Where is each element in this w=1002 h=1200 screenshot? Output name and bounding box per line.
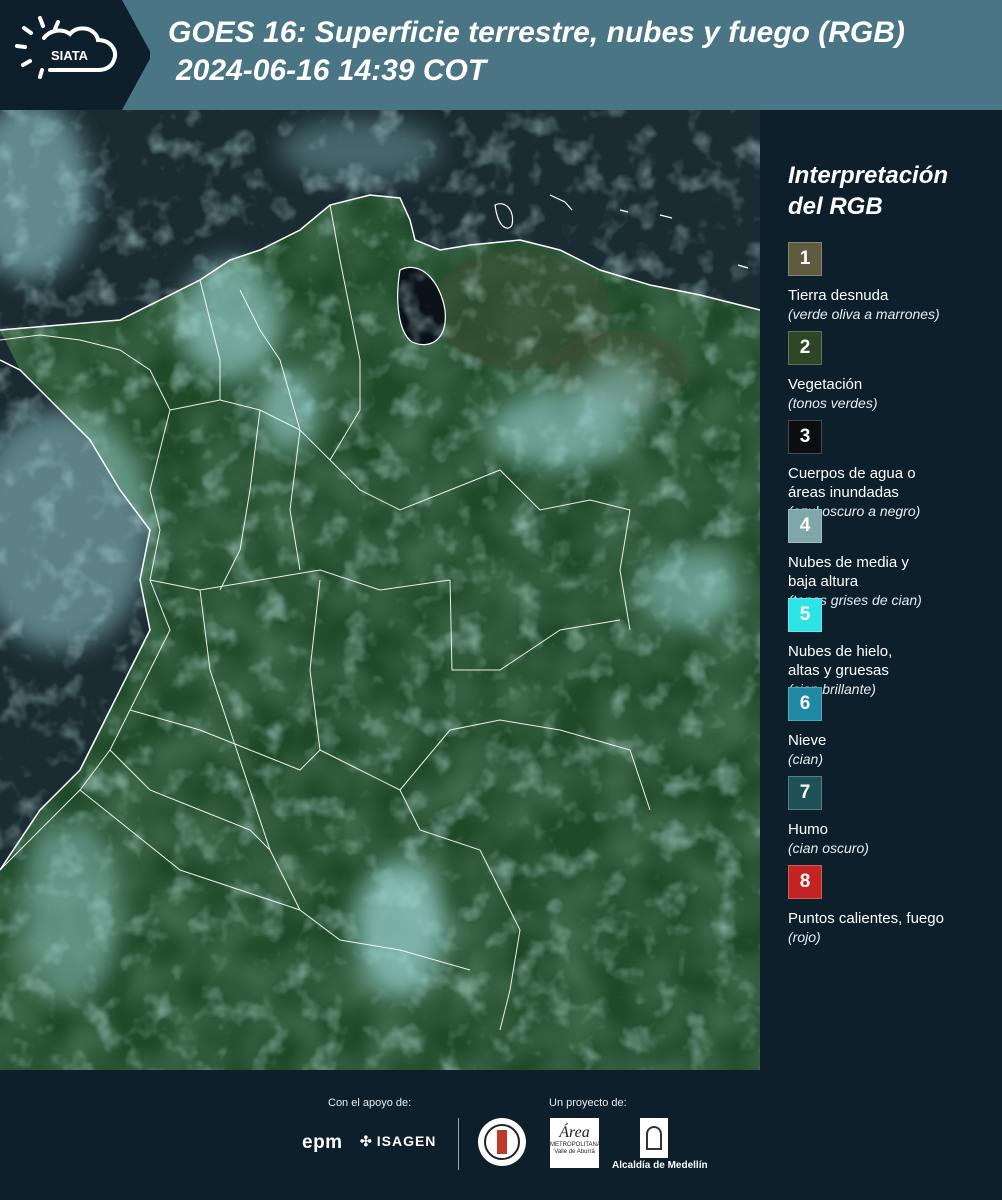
legend-items: 1 Tierra desnuda (verde oliva a marrones) 2… xyxy=(788,242,993,954)
legend-sublabel: (cian) xyxy=(788,751,824,767)
legend-swatch: 3 xyxy=(788,420,822,454)
page-title: GOES 16: Superficie terrestre, nubes y f… xyxy=(168,14,905,90)
legend-item: 8 Puntos calientes, fuego (rojo) xyxy=(788,865,993,954)
legend-sublabel: (cian oscuro) xyxy=(788,840,869,856)
legend-swatch: 8 xyxy=(788,865,822,899)
map-image xyxy=(0,110,760,1070)
legend-item: 2 Vegetación (tonos verdes) xyxy=(788,331,993,420)
legend-title-line-2: del RGB xyxy=(788,193,883,220)
legend-label: Tierra desnuda xyxy=(788,287,889,304)
legend-swatch: 7 xyxy=(788,776,822,810)
legend-sublabel: (tonos verdes) xyxy=(788,395,878,411)
siata-logo: SIATA xyxy=(0,0,150,110)
legend-title: Interpretación del RGB xyxy=(788,160,993,222)
isagen-mark-icon: ✣ xyxy=(360,1133,373,1149)
title-line-1: GOES 16: Superficie terrestre, nubes y f… xyxy=(168,16,905,49)
legend-swatch: 1 xyxy=(788,242,822,276)
support-label: Con el apoyo de: xyxy=(328,1097,412,1109)
legend-label: Vegetación xyxy=(788,376,863,393)
legend-label: Nieve xyxy=(788,732,827,749)
medellin-crest-icon xyxy=(640,1118,668,1158)
satellite-map xyxy=(0,110,760,1070)
legend-label: Cuerpos de agua o áreas inundadas xyxy=(788,465,916,501)
footer-divider xyxy=(458,1118,459,1170)
metro-sub-text: METROPOLITANA Valle de Aburrá xyxy=(550,1142,601,1155)
isagen-logo: ✣ ISAGEN xyxy=(360,1133,436,1150)
legend-label: Puntos calientes, fuego xyxy=(788,910,944,927)
medellin-label: Alcaldía de Medellín xyxy=(612,1160,708,1171)
logo-text: SIATA xyxy=(51,48,89,63)
isagen-text: ISAGEN xyxy=(376,1133,437,1149)
legend-item: 3 Cuerpos de agua o áreas inundadas (azul … xyxy=(788,420,993,519)
seal-emblem xyxy=(497,1130,507,1154)
crest-arch xyxy=(646,1126,662,1150)
legend-item: 4 Nubes de media y baja altura (tonos gris… xyxy=(788,509,993,608)
footer: Con el apoyo de: Un proyecto de: epm ✣ IS… xyxy=(0,1070,1002,1200)
title-line-2: 2024-06-16 14:39 COT xyxy=(176,54,487,87)
header-bar: SIATA GOES 16: Superficie terrestre, nub… xyxy=(0,0,1002,110)
legend-swatch: 2 xyxy=(788,331,822,365)
legend-swatch: 5 xyxy=(788,598,822,632)
legend-label: Humo xyxy=(788,821,829,838)
university-seal-icon xyxy=(478,1118,526,1166)
legend-label: Nubes de hielo, altas y gruesas xyxy=(788,643,893,679)
epm-logo: epm xyxy=(302,1132,343,1153)
area-metropolitana-logo: Área METROPOLITANA Valle de Aburrá xyxy=(550,1118,601,1168)
project-label: Un proyecto de: xyxy=(549,1097,627,1109)
legend-item: 7 Humo (cian oscuro) xyxy=(788,776,993,865)
legend-item: 5 Nubes de hielo, altas y gruesas (cian br… xyxy=(788,598,993,697)
legend-swatch: 6 xyxy=(788,687,822,721)
legend-item: 1 Tierra desnuda (verde oliva a marrones) xyxy=(788,242,993,331)
rgb-legend: Interpretación del RGB 1 Tierra desnuda (v… xyxy=(788,160,993,954)
metro-area-text: Área xyxy=(559,1124,590,1141)
legend-item: 6 Nieve (cian) xyxy=(788,687,993,776)
legend-swatch: 4 xyxy=(788,509,822,543)
legend-sublabel: (rojo) xyxy=(788,929,821,945)
legend-sublabel: (verde oliva a marrones) xyxy=(788,306,940,322)
legend-label: Nubes de media y baja altura xyxy=(788,554,909,590)
legend-title-line-1: Interpretación xyxy=(788,162,949,189)
